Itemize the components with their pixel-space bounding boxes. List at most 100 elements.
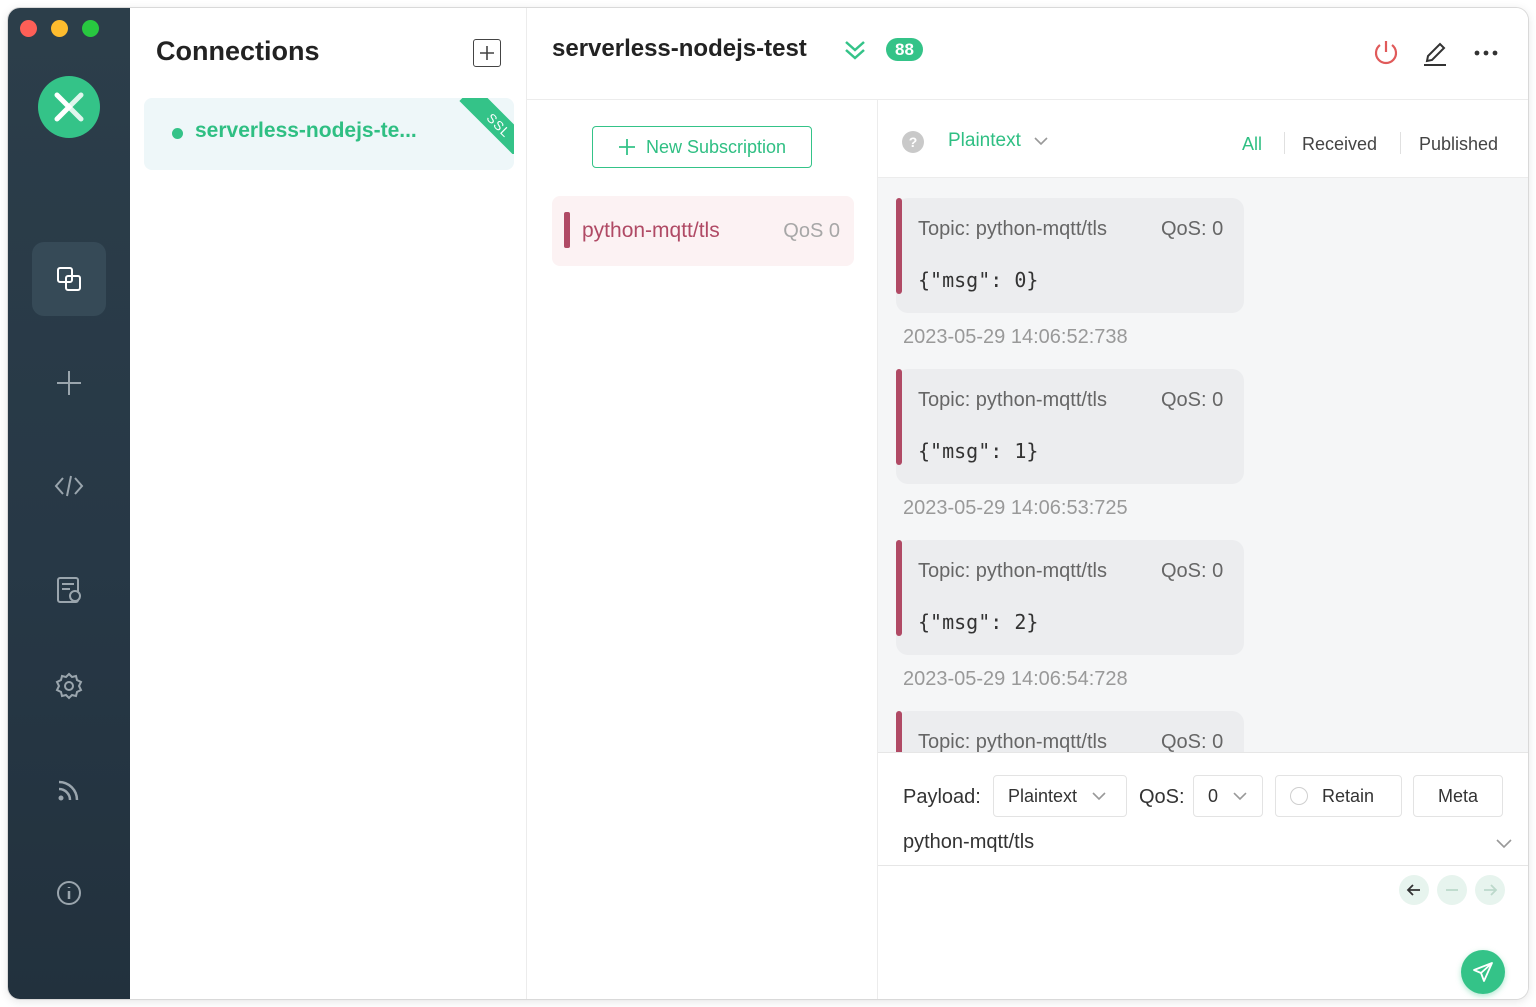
history-forward-button[interactable] [1475, 875, 1505, 905]
subscription-item[interactable]: python-mqtt/tls QoS 0 [552, 196, 854, 266]
nav-new-connection[interactable] [32, 346, 106, 420]
message-color-bar [896, 540, 902, 636]
plus-icon [57, 371, 81, 395]
connections-panel: Connections serverless-nodejs-te... SSL [130, 8, 527, 999]
filter-divider [1400, 132, 1401, 154]
message-payload: {"msg": 1} [918, 439, 1039, 463]
message-payload: {"msg": 0} [918, 268, 1039, 292]
nav-settings[interactable] [32, 649, 106, 723]
message-color-bar [896, 369, 902, 465]
retain-radio [1290, 787, 1308, 805]
nav-connections[interactable] [32, 242, 106, 316]
filter-divider [1284, 132, 1285, 154]
connection-name: serverless-nodejs-te... [195, 119, 417, 142]
message-bubble[interactable]: Topic: python-mqtt/tls QoS: 0 {"msg": 1} [896, 369, 1244, 484]
new-subscription-label: New Subscription [645, 136, 787, 157]
publish-panel: Payload: Plaintext QoS: 0 Retain Meta py… [878, 752, 1528, 999]
message-list[interactable]: Topic: python-mqtt/tls QoS: 0 {"msg": 0}… [878, 178, 1528, 752]
ssl-ribbon: SSL [458, 98, 514, 154]
message-color-bar [896, 198, 902, 294]
arrow-left-icon [1406, 884, 1420, 896]
message-bubble[interactable]: Topic: python-mqtt/tls QoS: 0 [896, 711, 1244, 752]
new-connection-button[interactable] [473, 39, 501, 67]
subscription-topic: python-mqtt/tls [582, 219, 720, 242]
message-format-select[interactable]: Plaintext [948, 130, 1049, 152]
payload-format-select[interactable]: Plaintext [993, 775, 1127, 817]
minus-icon [1446, 889, 1458, 891]
chevron-down-icon [1092, 792, 1106, 801]
message-timestamp: 2023-05-29 14:06:53:725 [903, 497, 1128, 519]
history-back-button[interactable] [1399, 875, 1429, 905]
send-button[interactable] [1461, 950, 1505, 994]
retain-toggle[interactable]: Retain [1275, 775, 1402, 817]
subscription-color-bar [564, 212, 570, 248]
nav-log[interactable] [32, 553, 106, 627]
publish-divider [878, 865, 1528, 866]
double-chevron-down-icon[interactable] [843, 38, 867, 62]
info-icon [57, 881, 81, 905]
app-window: Connections serverless-nodejs-te... SSL … [8, 8, 1528, 999]
connected-status-dot [172, 128, 183, 139]
ssl-label: SSL [459, 98, 514, 154]
message-bubble[interactable]: Topic: python-mqtt/tls QoS: 0 {"msg": 2} [896, 540, 1244, 655]
chevron-down-icon [1034, 137, 1048, 146]
message-timestamp: 2023-05-29 14:06:52:738 [903, 326, 1128, 348]
message-toolbar: ? Plaintext All Received Published [878, 100, 1528, 178]
power-icon[interactable] [1371, 38, 1401, 68]
minimize-window-button[interactable] [51, 20, 68, 37]
message-payload: {"msg": 2} [918, 610, 1039, 634]
payload-label: Payload: [903, 786, 981, 808]
send-icon [1473, 962, 1493, 982]
message-color-bar [896, 711, 902, 752]
payload-format-value: Plaintext [1008, 785, 1078, 806]
subscription-qos: QoS 0 [783, 220, 840, 242]
arrow-right-icon [1484, 884, 1498, 896]
zoom-window-button[interactable] [82, 20, 99, 37]
connections-title: Connections [156, 36, 320, 66]
connection-title: serverless-nodejs-test [552, 35, 807, 62]
message-qos: QoS: 0 [1161, 731, 1224, 752]
filter-published-tab[interactable]: Published [1419, 134, 1498, 155]
filter-all-tab[interactable]: All [1242, 134, 1262, 155]
nav-subscribe-feed[interactable] [32, 753, 106, 827]
connection-header: serverless-nodejs-test 88 [527, 8, 1528, 100]
connections-icon [57, 267, 81, 291]
meta-button[interactable]: Meta [1413, 775, 1503, 817]
message-topic: Topic: python-mqtt/tls [918, 731, 1107, 752]
plus-icon [480, 46, 494, 60]
help-icon[interactable]: ? [902, 131, 924, 153]
message-bubble[interactable]: Topic: python-mqtt/tls QoS: 0 {"msg": 0} [896, 198, 1244, 313]
message-qos: QoS: 0 [1161, 218, 1224, 240]
publish-topic-input[interactable]: python-mqtt/tls [903, 831, 1034, 854]
message-qos: QoS: 0 [1161, 389, 1224, 411]
message-qos: QoS: 0 [1161, 560, 1224, 582]
connection-item[interactable]: serverless-nodejs-te... SSL [144, 98, 514, 170]
new-subscription-button[interactable]: New Subscription [592, 126, 812, 168]
retain-label: Retain [1322, 785, 1375, 806]
subscriptions-panel: New Subscription python-mqtt/tls QoS 0 [527, 100, 878, 999]
meta-label: Meta [1437, 785, 1479, 806]
message-topic: Topic: python-mqtt/tls [918, 218, 1107, 240]
chevron-down-icon[interactable] [1494, 833, 1514, 853]
nav-about[interactable] [32, 856, 106, 930]
plus-icon [618, 139, 635, 155]
qos-select[interactable]: 0 [1193, 775, 1263, 817]
qos-label: QoS: [1139, 786, 1185, 808]
chevron-down-icon [1233, 792, 1247, 801]
message-topic: Topic: python-mqtt/tls [918, 560, 1107, 582]
left-nav [8, 8, 130, 999]
message-timestamp: 2023-05-29 14:06:54:728 [903, 668, 1128, 690]
log-icon [57, 577, 81, 603]
history-clear-button[interactable] [1437, 875, 1467, 905]
mqttx-logo-icon [38, 76, 100, 138]
edit-icon[interactable] [1420, 38, 1450, 68]
gear-icon [55, 672, 83, 700]
qos-value: 0 [1208, 785, 1219, 806]
filter-received-tab[interactable]: Received [1302, 134, 1377, 155]
rss-icon [58, 780, 79, 801]
message-count-badge: 88 [886, 38, 923, 61]
nav-script[interactable] [32, 449, 106, 523]
message-format-value: Plaintext [948, 130, 1021, 151]
close-window-button[interactable] [20, 20, 37, 37]
more-options-icon[interactable] [1471, 38, 1501, 68]
